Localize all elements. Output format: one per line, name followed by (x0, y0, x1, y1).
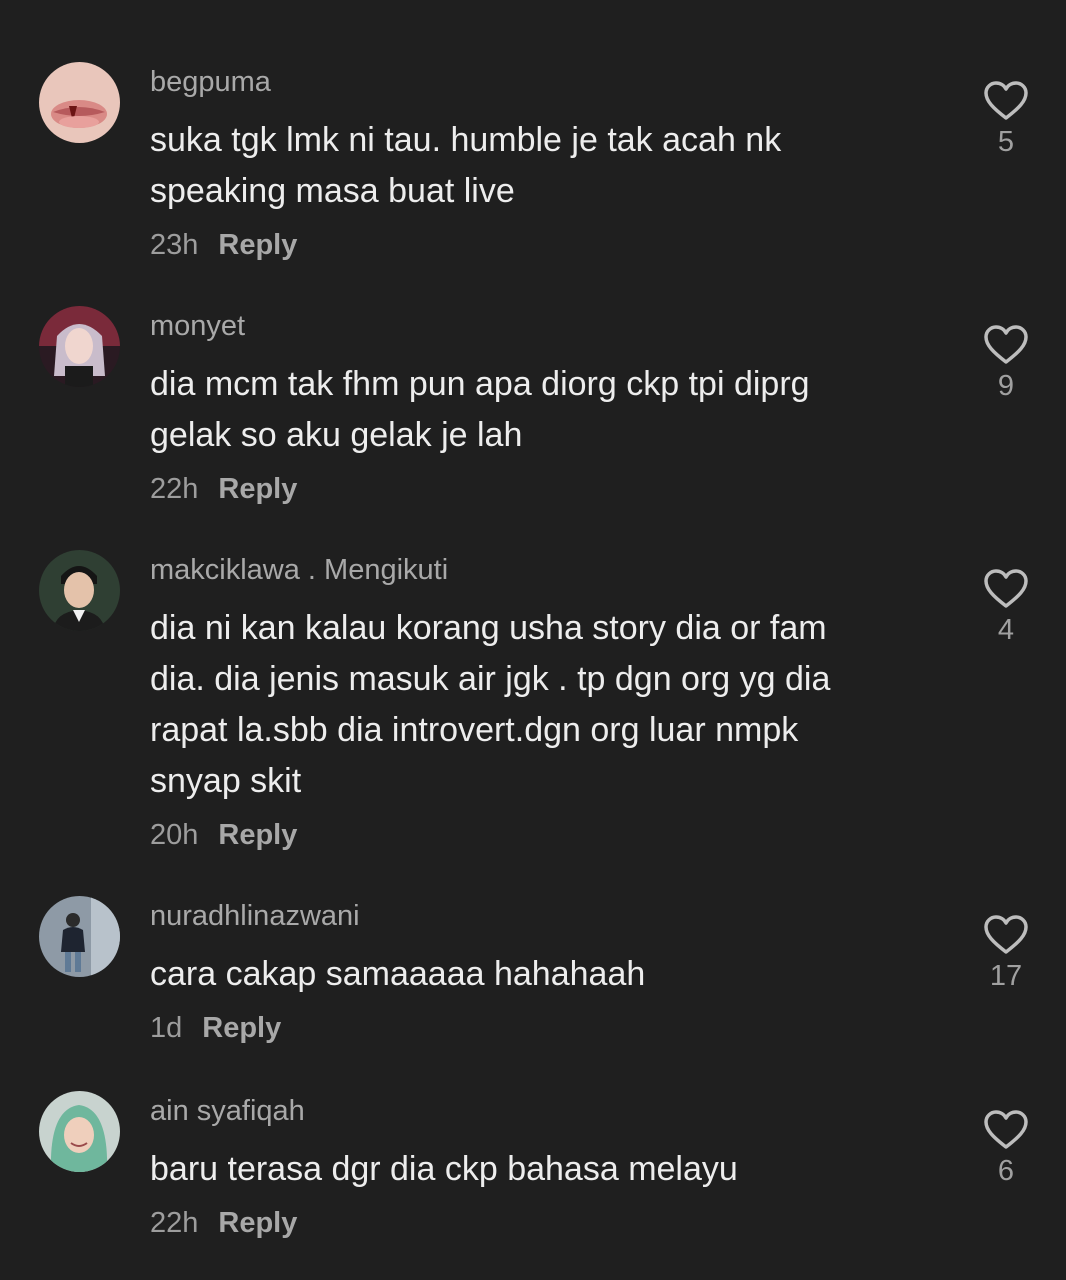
comment-time: 22h (150, 473, 199, 505)
comment-text: cara cakap samaaaaa hahahaah (150, 955, 646, 993)
like-button[interactable]: 17 (978, 914, 1034, 992)
comment-meta: 22h Reply (150, 469, 910, 509)
comment-username[interactable]: monyet (150, 308, 910, 344)
like-button[interactable]: 6 (978, 1109, 1034, 1187)
comment-text: baru terasa dgr dia ckp bahasa melayu (150, 1150, 738, 1188)
comment-username[interactable]: begpuma (150, 64, 910, 100)
comment-text: dia ni kan kalau korang usha story dia o… (150, 609, 831, 800)
lips-avatar-icon[interactable] (39, 62, 120, 143)
comment-time: 1d (150, 1012, 183, 1044)
reply-button[interactable]: Reply (202, 1012, 281, 1044)
like-count: 5 (997, 126, 1015, 158)
like-button[interactable]: 5 (978, 80, 1034, 158)
like-count: 9 (997, 370, 1015, 402)
like-count: 4 (997, 614, 1015, 646)
heart-icon[interactable] (978, 80, 1034, 122)
reply-button[interactable]: Reply (218, 229, 297, 261)
heart-icon[interactable] (978, 568, 1034, 610)
comment-username[interactable]: nuradhlinazwani (150, 898, 910, 934)
comment-content: makciklawa . Mengikuti dia ni kan kalau … (150, 550, 910, 855)
comment-content: begpuma suka tgk lmk ni tau. humble je t… (150, 62, 910, 265)
reply-button[interactable]: Reply (218, 819, 297, 851)
like-count: 6 (997, 1155, 1015, 1187)
hijab-avatar-icon[interactable] (39, 1091, 120, 1172)
comment-content: nuradhlinazwani cara cakap samaaaaa haha… (150, 896, 910, 1048)
reply-button[interactable]: Reply (218, 473, 297, 505)
comment-meta: 1d Reply (150, 1008, 910, 1048)
woman-avatar-icon[interactable] (39, 306, 120, 387)
comment-username[interactable]: ain syafiqah (150, 1093, 910, 1129)
comment-meta: 23h Reply (150, 225, 910, 265)
comment-content: monyet dia mcm tak fhm pun apa diorg ckp… (150, 306, 910, 509)
comment-time: 22h (150, 1207, 199, 1239)
comment-meta: 22h Reply (150, 1203, 910, 1243)
heart-icon[interactable] (978, 324, 1034, 366)
like-count: 17 (989, 960, 1023, 992)
man-avatar-icon[interactable] (39, 550, 120, 631)
heart-icon[interactable] (978, 1109, 1034, 1151)
comment-content: ain syafiqah baru terasa dgr dia ckp bah… (150, 1091, 910, 1243)
like-button[interactable]: 9 (978, 324, 1034, 402)
comment-username[interactable]: makciklawa . Mengikuti (150, 552, 910, 588)
comment-text: suka tgk lmk ni tau. humble je tak acah … (150, 121, 782, 210)
reply-button[interactable]: Reply (218, 1207, 297, 1239)
comment-text: dia mcm tak fhm pun apa diorg ckp tpi di… (150, 365, 810, 454)
comment-meta: 20h Reply (150, 815, 910, 855)
comment-time: 23h (150, 229, 199, 261)
person-photo-avatar-icon[interactable] (39, 896, 120, 977)
heart-icon[interactable] (978, 914, 1034, 956)
comment-time: 20h (150, 819, 199, 851)
like-button[interactable]: 4 (978, 568, 1034, 646)
